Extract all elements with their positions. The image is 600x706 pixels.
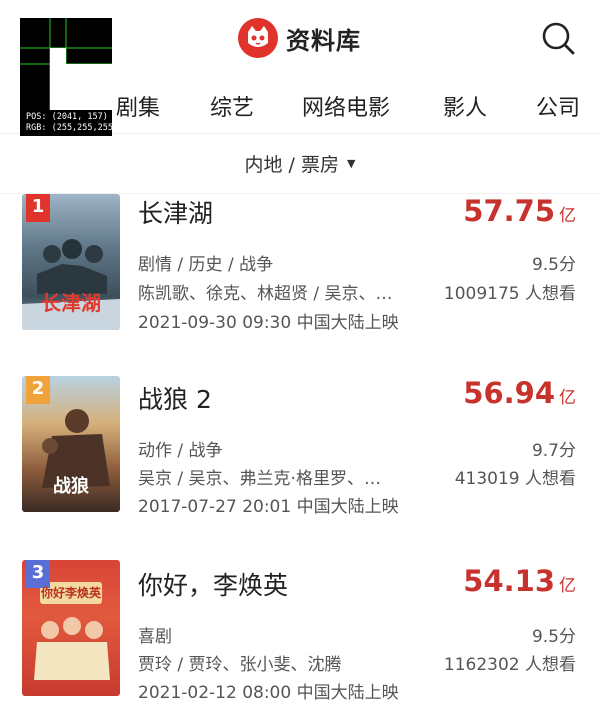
tab-people[interactable]: 影人 xyxy=(443,90,487,122)
movie-people: 陈凯歌、徐克、林超贤 / 吴京、… xyxy=(138,284,393,304)
movie-want-count: 1009175 人想看 xyxy=(443,284,576,304)
debug-rgb: RGB: (255,255,255) xyxy=(26,123,119,133)
tab-variety[interactable]: 综艺 xyxy=(210,90,254,122)
brand: 资料库 xyxy=(238,18,361,58)
poster-title: 战狼 xyxy=(53,476,89,497)
debug-pos: POS: (2041, 157) xyxy=(26,112,108,122)
search-icon[interactable] xyxy=(538,18,578,58)
filter-dropdown[interactable]: 内地 / 票房 ▼ xyxy=(0,134,600,194)
page-title: 资料库 xyxy=(286,26,361,55)
movie-want-count: 1162302 人想看 xyxy=(443,655,576,675)
movie-release: 2021-09-30 09:30 中国大陆上映 xyxy=(138,313,399,333)
caret-down-icon: ▼ xyxy=(347,157,356,170)
rank-badge: 2 xyxy=(26,376,50,404)
movie-genre: 动作 / 战争 xyxy=(138,441,223,461)
debug-grid xyxy=(20,18,112,110)
movie-title: 战狼 2 xyxy=(138,385,212,414)
box-office: 57.75 亿 xyxy=(463,194,576,228)
movie-people: 贾玲 / 贾玲、张小斐、沈腾 xyxy=(138,655,342,675)
box-office-unit: 亿 xyxy=(559,206,576,226)
movie-poster: 1 长津湖 xyxy=(22,194,120,330)
cat-logo-icon xyxy=(238,18,278,58)
rank-badge: 1 xyxy=(26,194,50,222)
movie-title: 你好，李焕英 xyxy=(138,571,289,600)
movie-item[interactable]: 1 长津湖 长津湖 57.75 亿 剧情 / 历史 / 战争 9.5分 陈凯歌、徐… xyxy=(0,194,600,364)
movie-rating: 9.7分 xyxy=(531,441,576,461)
movie-item[interactable]: 2 战狼 战狼 2 56.94 亿 动作 / 战争 9.7分 吴京 / 吴京、弗兰… xyxy=(0,376,600,546)
movie-title: 长津湖 xyxy=(138,199,214,228)
movie-poster: 3 你好李焕英 xyxy=(22,560,120,696)
debug-overlay: POS: (2041, 157) RGB: (255,255,255) xyxy=(20,18,118,136)
poster-title: 你好李焕英 xyxy=(40,586,101,600)
movie-item[interactable]: 3 你好李焕英 你好，李焕英 54.13 亿 喜剧 9.5分 贾玲 / 贾玲、张小… xyxy=(0,560,600,706)
movie-rating: 9.5分 xyxy=(531,627,576,647)
box-office-value: 57.75 xyxy=(463,194,555,228)
box-office: 54.13 亿 xyxy=(463,564,576,598)
box-office-value: 54.13 xyxy=(463,564,555,598)
movie-genre: 喜剧 xyxy=(138,627,172,647)
movie-want-count: 413019 人想看 xyxy=(454,469,576,489)
movie-poster: 2 战狼 xyxy=(22,376,120,512)
movie-genre: 剧情 / 历史 / 战争 xyxy=(138,255,274,275)
box-office-unit: 亿 xyxy=(559,388,576,408)
movie-release: 2021-02-12 08:00 中国大陆上映 xyxy=(138,683,399,703)
poster-title: 长津湖 xyxy=(41,291,101,315)
tab-company[interactable]: 公司 xyxy=(536,90,580,122)
movie-release: 2017-07-27 20:01 中国大陆上映 xyxy=(138,497,399,517)
movie-rating: 9.5分 xyxy=(531,255,576,275)
movie-people: 吴京 / 吴京、弗兰克·格里罗、… xyxy=(138,469,381,489)
tab-series[interactable]: 剧集 xyxy=(116,90,160,122)
box-office-unit: 亿 xyxy=(559,576,576,596)
filter-label: 内地 / 票房 xyxy=(244,154,339,176)
tab-web-movie[interactable]: 网络电影 xyxy=(302,90,390,122)
box-office: 56.94 亿 xyxy=(463,376,576,410)
box-office-value: 56.94 xyxy=(463,376,555,410)
